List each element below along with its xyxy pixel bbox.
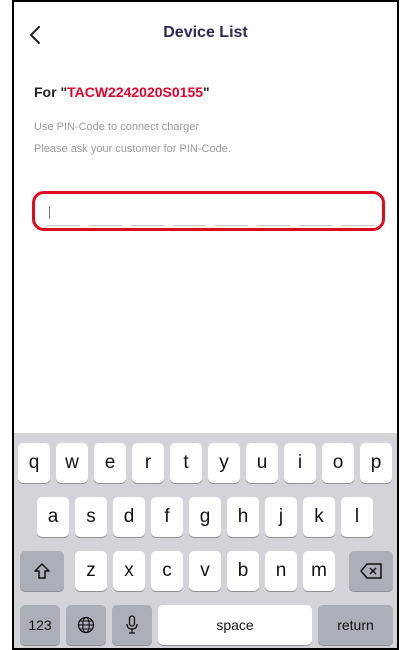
key-d[interactable]: d <box>113 497 145 537</box>
pin-hint-line2: Please ask your customer for PIN-Code. <box>34 143 231 155</box>
for-suffix: " <box>203 84 210 100</box>
shift-icon <box>34 563 50 579</box>
key-i[interactable]: i <box>284 443 316 483</box>
pin-slot <box>47 206 80 226</box>
onscreen-keyboard: qwertyuiop asdfghjkl zxcvbnm 123 space r… <box>14 433 397 648</box>
pin-slot <box>257 206 290 226</box>
key-a[interactable]: a <box>37 497 69 537</box>
key-t[interactable]: t <box>170 443 202 483</box>
key-o[interactable]: o <box>322 443 354 483</box>
text-caret <box>49 206 50 219</box>
key-z[interactable]: z <box>75 551 107 591</box>
keyboard-row-3: zxcvbnm <box>14 551 397 591</box>
key-m[interactable]: m <box>303 551 335 591</box>
pin-hint-line1: Use PIN-Code to connect charger <box>34 121 200 133</box>
pin-code-input[interactable] <box>32 191 385 231</box>
key-k[interactable]: k <box>303 497 335 537</box>
backspace-icon <box>360 563 382 579</box>
microphone-icon <box>126 615 138 634</box>
keyboard-row-1: qwertyuiop <box>14 443 397 483</box>
key-x[interactable]: x <box>113 551 145 591</box>
key-e[interactable]: e <box>94 443 126 483</box>
shift-key[interactable] <box>20 551 64 591</box>
key-y[interactable]: y <box>208 443 240 483</box>
device-for-label: For "TACW2242020S0155" <box>34 84 210 100</box>
pin-slot <box>299 206 332 226</box>
key-w[interactable]: w <box>56 443 88 483</box>
key-f[interactable]: f <box>151 497 183 537</box>
key-r[interactable]: r <box>132 443 164 483</box>
device-serial: TACW2242020S0155 <box>67 84 204 100</box>
key-p[interactable]: p <box>360 443 392 483</box>
key-j[interactable]: j <box>265 497 297 537</box>
key-h[interactable]: h <box>227 497 259 537</box>
globe-icon <box>77 616 95 634</box>
pin-slot <box>89 206 122 226</box>
pin-slot <box>131 206 164 226</box>
key-b[interactable]: b <box>227 551 259 591</box>
keyboard-row-2: asdfghjkl <box>14 497 397 537</box>
pin-slot <box>173 206 206 226</box>
key-c[interactable]: c <box>151 551 183 591</box>
pin-slot <box>215 206 248 226</box>
key-g[interactable]: g <box>189 497 221 537</box>
keyboard-row-4: 123 space return <box>14 605 397 645</box>
key-n[interactable]: n <box>265 551 297 591</box>
page-title: Device List <box>163 24 248 41</box>
key-s[interactable]: s <box>75 497 107 537</box>
key-l[interactable]: l <box>341 497 373 537</box>
globe-key[interactable] <box>66 605 106 645</box>
numbers-key[interactable]: 123 <box>20 605 60 645</box>
key-q[interactable]: q <box>18 443 50 483</box>
space-key[interactable]: space <box>158 605 312 645</box>
header: Device List <box>14 2 397 64</box>
phone-screen: Device List For "TACW2242020S0155" Use P… <box>12 0 399 650</box>
for-prefix: For " <box>34 84 68 100</box>
backspace-key[interactable] <box>349 551 393 591</box>
microphone-key[interactable] <box>112 605 152 645</box>
pin-slots <box>47 206 374 226</box>
key-u[interactable]: u <box>246 443 278 483</box>
key-v[interactable]: v <box>189 551 221 591</box>
pin-slot <box>341 206 374 226</box>
return-key[interactable]: return <box>318 605 393 645</box>
